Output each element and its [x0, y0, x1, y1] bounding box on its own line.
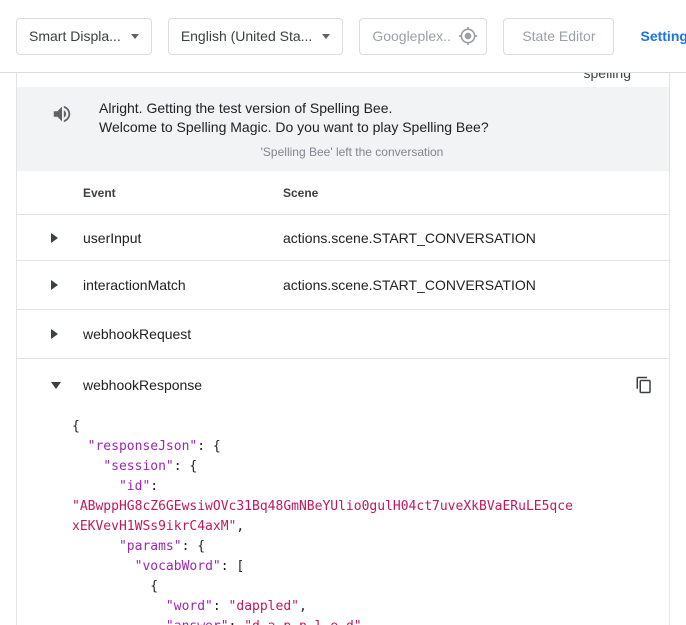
copy-button[interactable]	[631, 372, 657, 398]
copy-icon	[635, 376, 653, 394]
surface-selector-label: Smart Displa...	[29, 28, 121, 44]
expand-right-icon[interactable]	[51, 233, 58, 243]
code-line: "answer": "d,a,p,p,l,e,d"	[72, 617, 653, 625]
code-line: {	[72, 577, 653, 597]
expand-right-icon[interactable]	[51, 329, 58, 339]
simulator-event-panel: spelling Alright. Getting the test versi…	[16, 73, 670, 625]
scene-name: actions.scene.START_CONVERSATION	[283, 277, 621, 293]
webhook-response-json: { "responseJson": { "session": { "id":"A…	[17, 411, 669, 625]
code-line: "responseJson": {	[72, 437, 653, 457]
event-name: userInput	[83, 230, 283, 246]
event-row-interactionmatch[interactable]: interactionMatch actions.scene.START_CON…	[17, 261, 669, 310]
code-line: "id":	[72, 477, 653, 497]
event-column-header: Event	[83, 186, 283, 200]
code-line: "session": {	[72, 457, 653, 477]
assistant-message-line: Alright. Getting the test version of Spe…	[99, 99, 489, 118]
event-name: webhookRequest	[83, 326, 283, 342]
code-line: "ABwppHG8cZ6GEwsiwOVc31Bq48GmNBeYUlio0gu…	[72, 497, 653, 517]
assistant-message-block: Alright. Getting the test version of Spe…	[17, 87, 669, 171]
code-line: "word": "dappled",	[72, 597, 653, 617]
code-line: xEKVevH1WSs9ikrC4axM",	[72, 517, 653, 537]
collapse-down-icon[interactable]	[51, 382, 61, 389]
code-line: {	[72, 417, 653, 437]
clipped-previous-text: spelling	[584, 73, 631, 87]
speaker-icon	[51, 103, 73, 130]
simulator-toolbar: Smart Displa... English (United Sta... G…	[0, 0, 686, 72]
location-searching-icon	[458, 26, 478, 46]
scene-column-header: Scene	[283, 186, 621, 200]
event-name: webhookResponse	[83, 377, 283, 393]
event-row-webhookresponse[interactable]: webhookResponse	[17, 359, 669, 411]
clipped-previous-row: spelling	[17, 73, 669, 87]
scene-name: actions.scene.START_CONVERSATION	[283, 230, 621, 246]
event-name: interactionMatch	[83, 277, 283, 293]
location-input[interactable]: Googleplex...	[359, 18, 487, 55]
event-table-header: Event Scene	[17, 171, 669, 215]
code-line: "vocabWord": [	[72, 557, 653, 577]
chevron-down-icon	[131, 34, 139, 39]
state-editor-button[interactable]: State Editor	[503, 18, 614, 55]
code-line: "params": {	[72, 537, 653, 557]
language-selector-dropdown[interactable]: English (United Sta...	[168, 18, 344, 55]
settings-button[interactable]: Settings	[630, 20, 686, 52]
expand-right-icon[interactable]	[51, 280, 58, 290]
location-value: Googleplex...	[372, 28, 450, 44]
assistant-message-text: Alright. Getting the test version of Spe…	[99, 99, 489, 137]
language-selector-label: English (United Sta...	[181, 28, 313, 44]
conversation-status-text: 'Spelling Bee' left the conversation	[51, 145, 653, 159]
surface-selector-dropdown[interactable]: Smart Displa...	[16, 18, 152, 55]
event-row-webhookrequest[interactable]: webhookRequest	[17, 310, 669, 359]
event-row-userinput[interactable]: userInput actions.scene.START_CONVERSATI…	[17, 215, 669, 261]
assistant-message-line: Welcome to Spelling Magic. Do you want t…	[99, 118, 489, 137]
chevron-down-icon	[322, 34, 330, 39]
